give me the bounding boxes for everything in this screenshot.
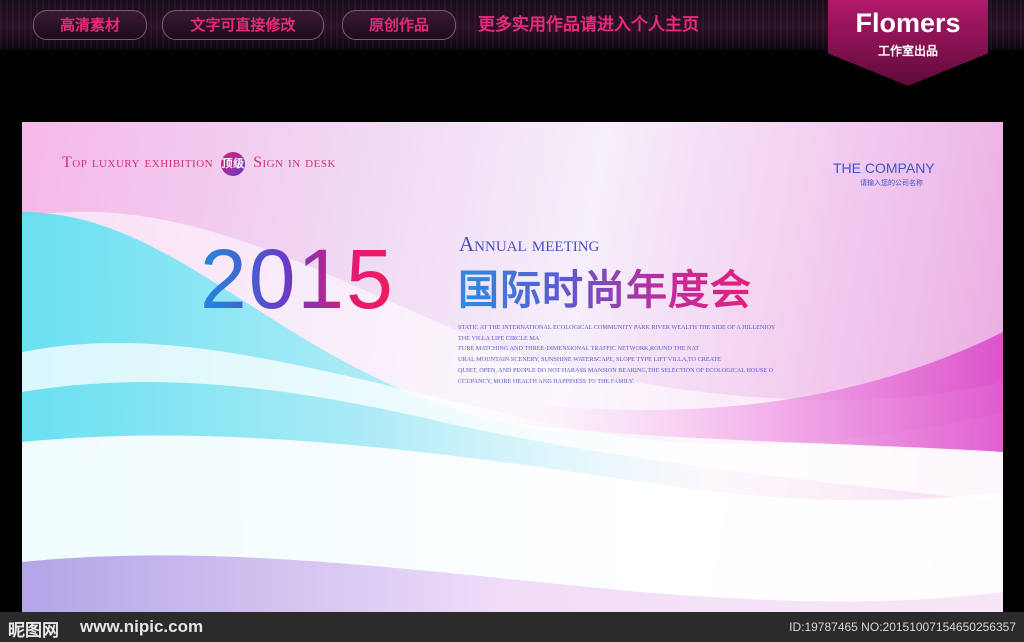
brand-subtitle: 工作室出品 <box>877 44 938 58</box>
site-logo: 昵图网 <box>8 621 59 641</box>
annual-meeting-label: Annual meeting <box>459 232 600 256</box>
description-line: CCUPANCY, MORE HEALTH AND HAPPINESS TO T… <box>458 377 635 385</box>
tagline-left-text: Top luxury exhibition <box>62 154 214 172</box>
description-line: TURE MATCHING AND THREE-DIMENSIONAL TRAF… <box>458 345 700 353</box>
top-grade-badge: 顶级 <box>221 152 246 176</box>
company-subtitle: 请输入您的公司名称 <box>860 179 923 187</box>
editable-text-button[interactable]: 文字可直接修改 <box>162 10 324 40</box>
event-banner: Top luxury exhibition 顶级 Sign in desk TH… <box>22 122 1003 612</box>
year-heading: 2015 <box>200 232 395 326</box>
description-line: THE VILLA LIFE CIRCLE MA <box>458 334 540 342</box>
site-url[interactable]: www.nipic.com <box>80 617 203 637</box>
event-title: 国际时尚年度会 <box>458 256 752 316</box>
brand-name: Flomers <box>855 8 961 38</box>
description-line: STATIC AT THE INTERNATIONAL ECOLOGICAL C… <box>458 324 776 331</box>
image-id: ID:19787465 NO:20151007154650256357 <box>789 620 1016 634</box>
tagline: Top luxury exhibition 顶级 Sign in desk <box>62 152 336 176</box>
hd-material-button[interactable]: 高清素材 <box>33 10 147 40</box>
original-work-button[interactable]: 原创作品 <box>342 10 456 40</box>
homepage-promo-link[interactable]: 更多实用作品请进入个人主页 <box>478 12 699 38</box>
watermark-strip: 昵图网 www.nipic.com ID:19787465 NO:2015100… <box>0 612 1024 642</box>
description-line: QUIET, OPEN, AND PEOPLE DO NOT HARASS MA… <box>458 366 774 374</box>
tagline-right-text: Sign in desk <box>253 154 336 172</box>
brand-badge: Flomers 工作室出品 <box>828 0 988 86</box>
description-block: STATIC AT THE INTERNATIONAL ECOLOGICAL C… <box>458 323 848 387</box>
description-line: URAL MOUNTAIN SCENERY, SUNSHINE WATERSCA… <box>458 356 721 364</box>
company-name: THE COMPANY <box>833 160 935 176</box>
